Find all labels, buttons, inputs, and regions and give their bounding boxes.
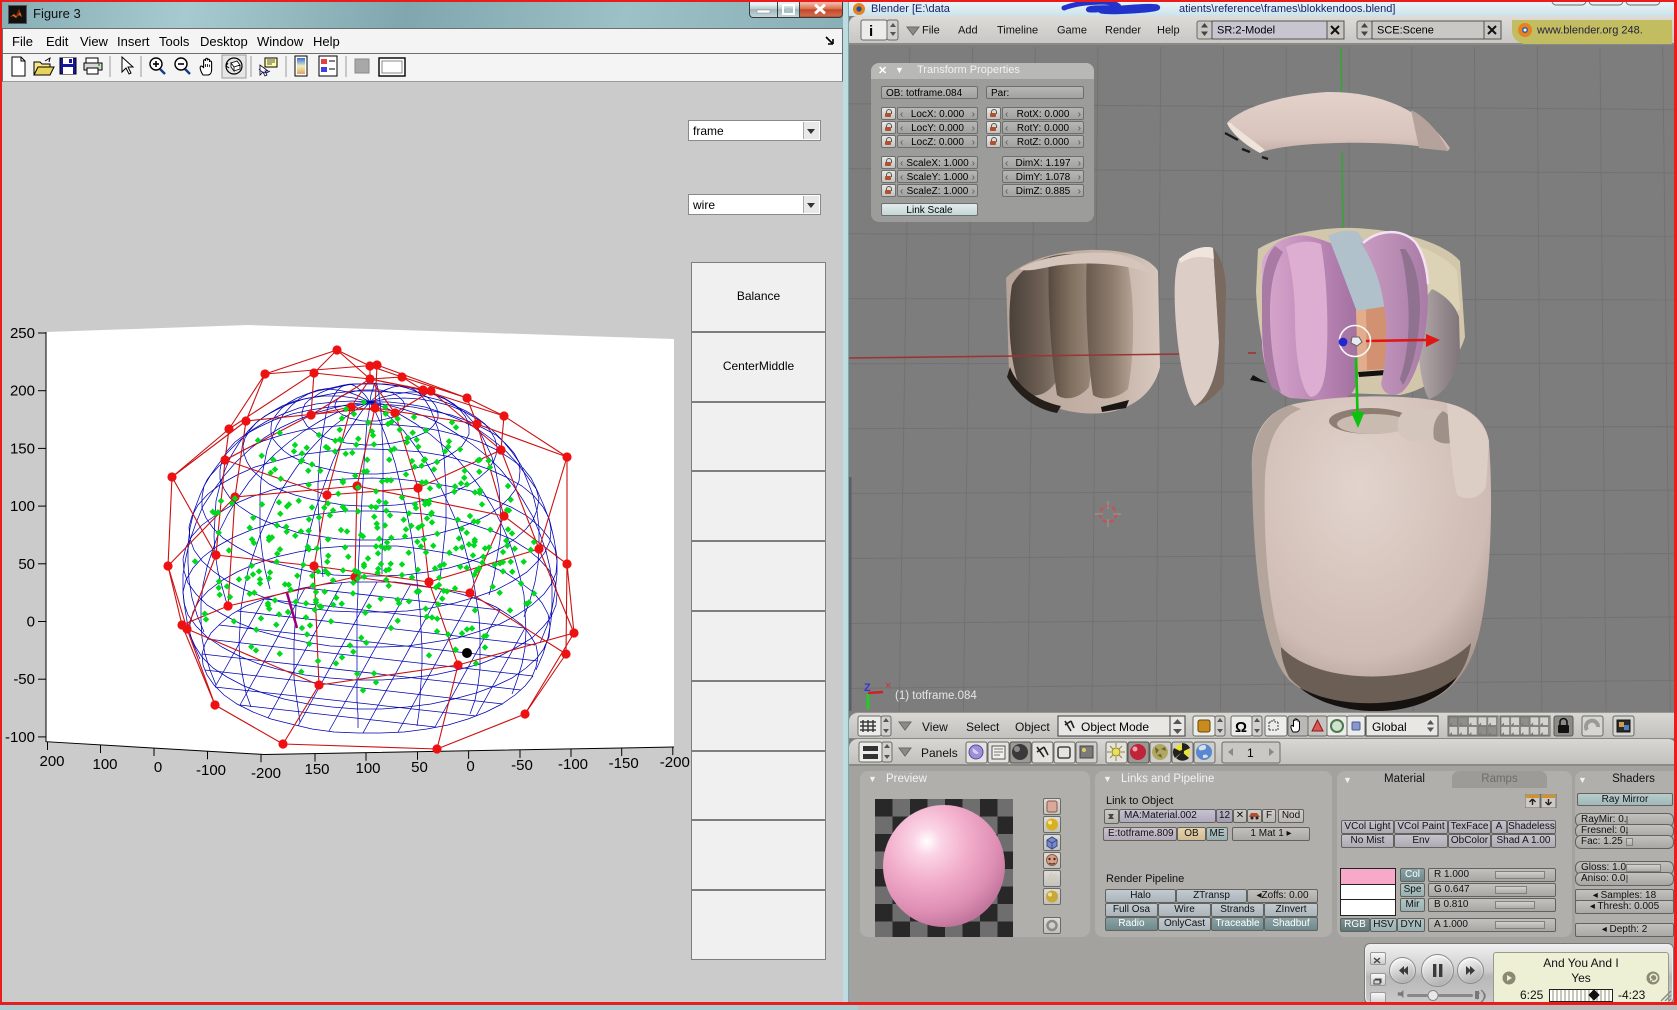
svg-text:200: 200	[39, 753, 64, 770]
svg-text:View: View	[922, 720, 948, 734]
svg-text:0: 0	[154, 759, 162, 776]
svg-text:File: File	[922, 25, 940, 37]
svg-text:SR:2-Model: SR:2-Model	[1217, 25, 1275, 37]
svg-text:i: i	[869, 23, 873, 40]
svg-text:-50: -50	[13, 671, 35, 688]
svg-text:100: 100	[10, 498, 35, 515]
svg-text:Blender [E:\data: Blender [E:\data	[871, 3, 951, 15]
svg-text:-150: -150	[609, 755, 639, 772]
svg-text:50: 50	[18, 556, 35, 573]
svg-text:Timeline: Timeline	[997, 25, 1038, 37]
svg-text:atients\reference\frames\blokk: atients\reference\frames\blokkendoos.ble…	[1179, 3, 1395, 15]
svg-text:100: 100	[355, 760, 380, 777]
svg-text:-200: -200	[251, 765, 281, 782]
svg-text:Select: Select	[966, 720, 1000, 734]
svg-text:150: 150	[304, 761, 329, 778]
svg-text:0: 0	[27, 614, 35, 631]
svg-text:-200: -200	[660, 754, 690, 771]
svg-text:250: 250	[10, 325, 35, 342]
svg-text:Game: Game	[1057, 25, 1087, 37]
svg-text:SCE:Scene: SCE:Scene	[1377, 25, 1434, 37]
svg-text:Render: Render	[1105, 25, 1141, 37]
svg-text:100: 100	[92, 756, 117, 773]
svg-text:50: 50	[411, 759, 428, 776]
svg-text:Ω: Ω	[1235, 719, 1247, 736]
svg-text:×: ×	[885, 680, 891, 692]
svg-text:www.blender.org 248.: www.blender.org 248.	[1536, 25, 1643, 37]
svg-text:Object Mode: Object Mode	[1081, 720, 1149, 734]
svg-text:-100: -100	[558, 756, 588, 773]
svg-text:Add: Add	[958, 25, 978, 37]
svg-text:0: 0	[466, 758, 474, 775]
svg-text:-100: -100	[196, 762, 226, 779]
svg-text:(1) totframe.084: (1) totframe.084	[895, 690, 977, 702]
svg-text:-100: -100	[5, 729, 35, 746]
svg-text:Help: Help	[1157, 25, 1180, 37]
svg-text:150: 150	[10, 440, 35, 457]
svg-text:Panels: Panels	[921, 746, 958, 760]
svg-text:-50: -50	[511, 757, 533, 774]
svg-text:200: 200	[10, 383, 35, 400]
svg-text:Global: Global	[1372, 720, 1407, 734]
svg-text:Object: Object	[1015, 720, 1050, 734]
svg-text:1: 1	[1247, 746, 1254, 760]
